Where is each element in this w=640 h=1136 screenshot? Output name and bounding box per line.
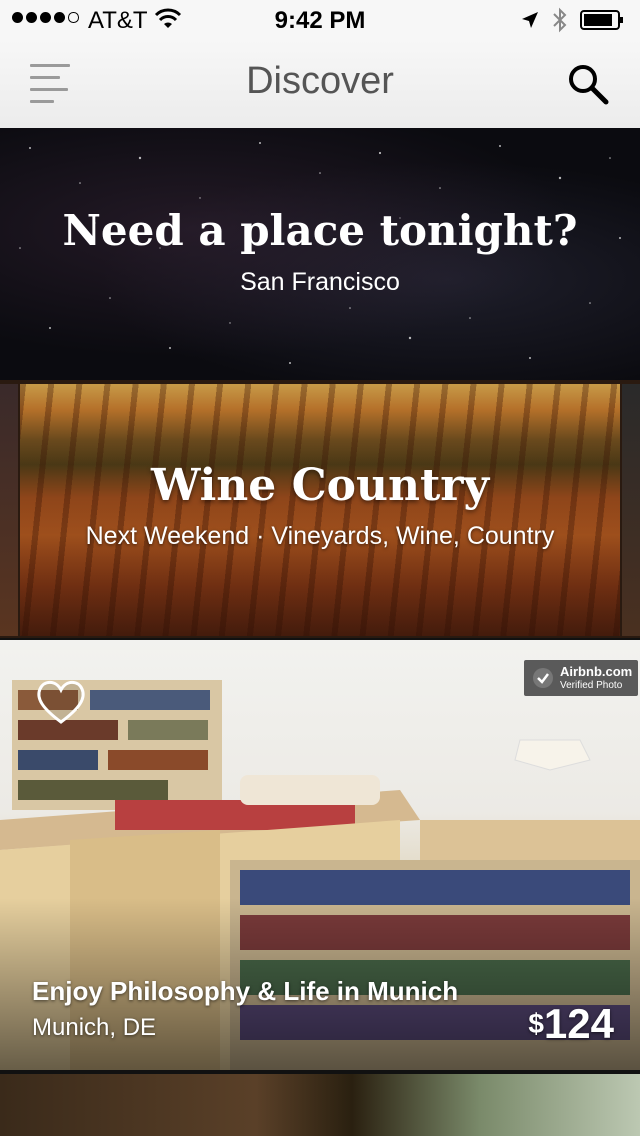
- clock: 9:42 PM: [274, 7, 366, 34]
- status-bar: AT&T 9:42 PM: [0, 0, 640, 40]
- bluetooth-icon: [553, 7, 567, 33]
- wine-country-card[interactable]: Wine Country Next Weekend · Vineyards, W…: [0, 380, 640, 638]
- listing-price: $124: [528, 1000, 614, 1048]
- price-currency: $: [528, 1008, 544, 1039]
- verified-badge-subtitle: Verified Photo: [560, 680, 623, 691]
- wine-country-title: Wine Country: [150, 460, 490, 511]
- page-title: Discover: [246, 60, 394, 102]
- battery-icon: [580, 10, 623, 30]
- favorite-heart-icon[interactable]: [34, 678, 88, 731]
- navigation-bar: Discover: [0, 40, 640, 129]
- tonight-title: Need a place tonight?: [62, 206, 578, 255]
- tonight-card[interactable]: Need a place tonight? San Francisco: [0, 128, 640, 380]
- next-listing-card[interactable]: [0, 1074, 640, 1136]
- listing-name: Enjoy Philosophy & Life in Munich: [32, 976, 459, 1006]
- listing-location: Munich, DE: [32, 1014, 157, 1041]
- tonight-subtitle: San Francisco: [240, 268, 400, 296]
- price-amount: 124: [543, 1000, 614, 1047]
- verified-photo-badge: Airbnb.com Verified Photo: [524, 660, 638, 696]
- wine-country-subtitle: Next Weekend · Vineyards, Wine, Country: [85, 522, 555, 550]
- search-icon[interactable]: [566, 62, 610, 106]
- location-arrow-icon: [522, 12, 538, 28]
- verified-badge-title: Airbnb.com: [560, 664, 633, 679]
- check-icon: [533, 668, 553, 688]
